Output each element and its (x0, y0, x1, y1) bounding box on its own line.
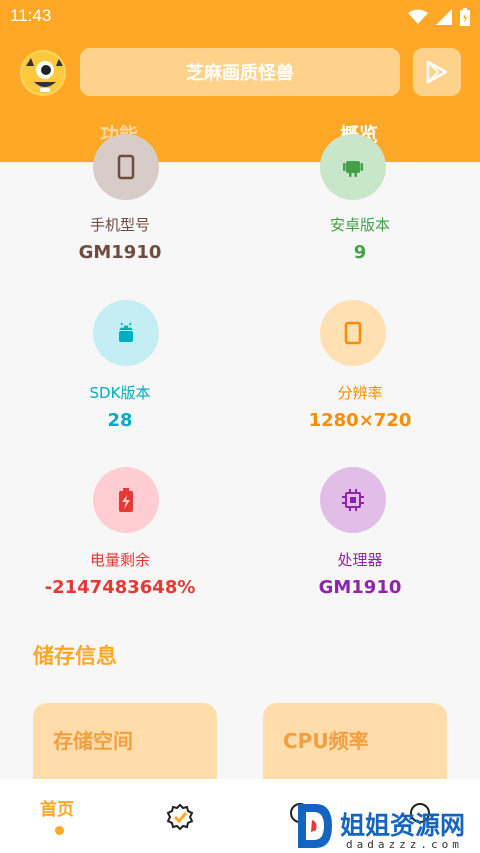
info-label: 安卓版本 (329, 216, 390, 234)
card-label: CPU频率 (283, 729, 369, 753)
info-item-model: 手机型号 GM1910 (0, 134, 240, 282)
info-label: 处理器 (337, 551, 383, 569)
info-value: GM1910 (78, 242, 162, 263)
info-label: 电量剩余 (89, 551, 150, 569)
status-icons (408, 8, 470, 26)
card-label: 存储空间 (53, 729, 133, 753)
app-header: 芝麻画质怪兽 功能 概览 (0, 34, 480, 162)
phone-icon (117, 154, 135, 180)
info-value: -2147483648% (44, 577, 196, 598)
watermark-text: 姐姐资源网 (340, 811, 466, 840)
info-label: 手机型号 (89, 216, 150, 234)
signal-icon (436, 9, 452, 25)
verified-badge-icon[interactable] (166, 803, 194, 831)
status-bar: 11:43 (0, 0, 480, 34)
info-item-processor: 处理器 GM1910 (240, 467, 480, 607)
info-icon-bg (320, 134, 386, 200)
info-item-resolution: 分辨率 1280×720 (240, 300, 480, 440)
battery-status-icon (460, 8, 470, 26)
info-icon-bg (93, 134, 159, 200)
info-item-sdk: SDK版本 28 (0, 300, 240, 440)
wifi-icon (408, 9, 428, 24)
info-value: 9 (353, 242, 367, 263)
android-icon (119, 322, 133, 342)
info-icon-bg (320, 467, 386, 533)
nav-home[interactable]: 首页 (40, 795, 74, 820)
info-value: 28 (107, 410, 133, 431)
info-value: 1280×720 (308, 410, 412, 431)
watermark-url: dadazzz.com (346, 838, 463, 851)
screen-icon (344, 321, 362, 345)
android-icon (343, 161, 363, 177)
status-time: 11:43 (10, 6, 52, 25)
info-icon-bg (93, 300, 159, 366)
info-icon-bg (320, 300, 386, 366)
play-store-button[interactable] (413, 48, 461, 96)
info-label: 分辨率 (337, 384, 383, 402)
info-item-android-version: 安卓版本 9 (240, 134, 480, 282)
nav-active-dot (55, 826, 64, 835)
battery-icon (119, 488, 133, 512)
info-value: GM1910 (318, 577, 402, 598)
watermark-logo-icon (298, 804, 332, 848)
info-item-battery: 电量剩余 -2147483648% (0, 467, 240, 607)
info-label: SDK版本 (89, 384, 151, 402)
info-icon-bg (93, 467, 159, 533)
app-title-bar[interactable]: 芝麻画质怪兽 (80, 48, 400, 96)
watermark: 姐姐资源网 dadazzz.com (290, 800, 480, 853)
app-title: 芝麻画质怪兽 (186, 63, 294, 84)
monster-mascot-icon (22, 52, 64, 94)
avatar[interactable] (20, 50, 66, 96)
play-icon (426, 60, 448, 84)
storage-section-title: 储存信息 (33, 644, 117, 668)
cpu-icon (342, 489, 364, 511)
